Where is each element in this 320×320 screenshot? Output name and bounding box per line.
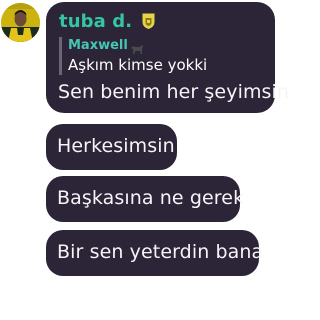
avatar[interactable] bbox=[1, 3, 40, 42]
message-text: Bir sen yeterdin bana bbox=[57, 241, 264, 263]
reply-author-name: Maxwell bbox=[68, 38, 128, 53]
message-bubble[interactable]: Herkesimsin bbox=[46, 124, 177, 170]
message-bubble[interactable]: Bir sen yeterdin bana bbox=[46, 230, 263, 276]
message-text: Herkesimsin bbox=[57, 135, 175, 157]
avatar-image bbox=[1, 3, 40, 42]
author-row: tuba d. bbox=[59, 8, 156, 34]
reply-text: Aşkım kimse yokki bbox=[68, 56, 208, 74]
message-text: Başkasına ne gerek bbox=[57, 187, 245, 209]
reply-header: Maxwell bbox=[68, 37, 259, 54]
message-bubble-first[interactable]: tuba d. Maxwell Aşkım kimse yokki Sen be… bbox=[46, 2, 289, 113]
shield-badge-icon bbox=[141, 12, 156, 30]
author-name[interactable]: tuba d. bbox=[59, 11, 132, 32]
reply-quote[interactable]: Maxwell Aşkım kimse yokki bbox=[59, 37, 259, 75]
message-bubble[interactable]: Başkasına ne gerek bbox=[46, 176, 244, 222]
message-text: Sen benim her şeyimsin bbox=[58, 81, 290, 103]
dog-icon bbox=[130, 40, 144, 54]
